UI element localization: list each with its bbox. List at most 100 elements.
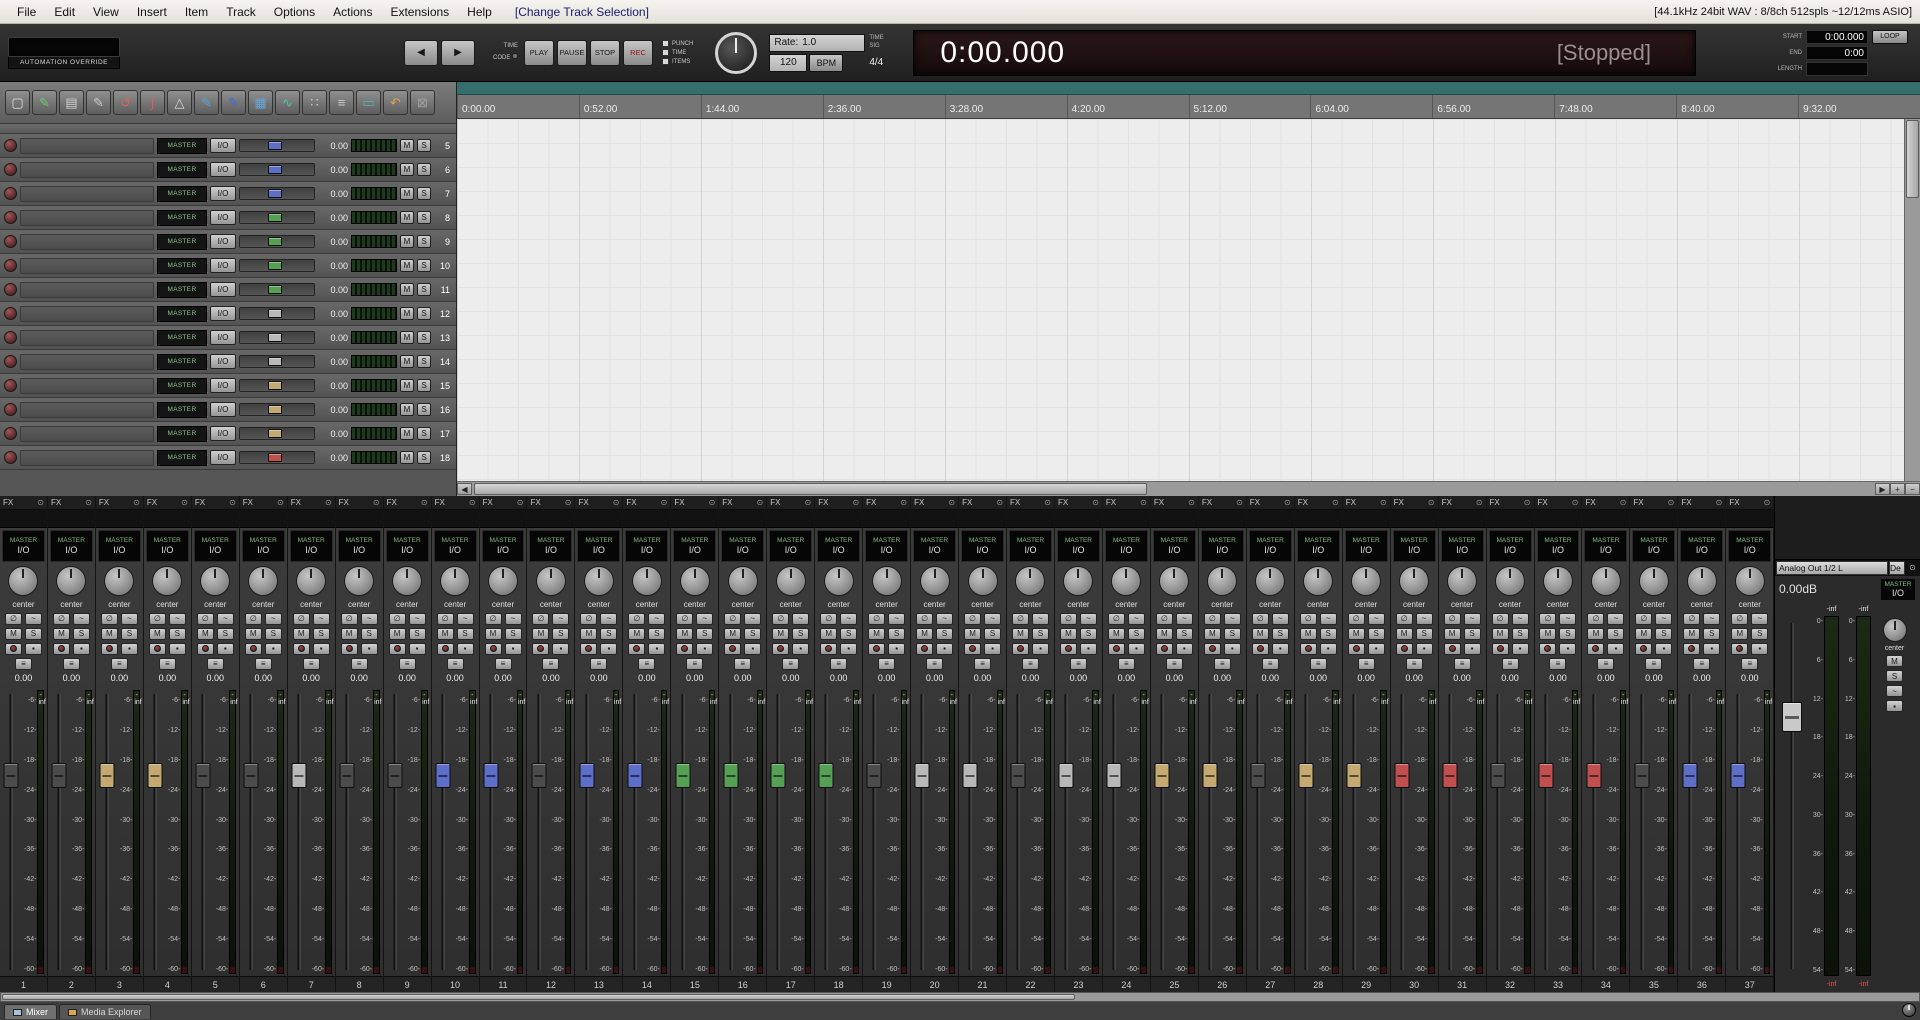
- fx-power-icon[interactable]: ⊙: [1380, 498, 1387, 507]
- phase-button[interactable]: ∅: [245, 613, 262, 625]
- solo-button[interactable]: S: [696, 628, 713, 640]
- channel-number[interactable]: 37: [1726, 976, 1773, 992]
- track-row[interactable]: MASTER I/O 0.00 M S 16: [0, 398, 456, 422]
- solo-button[interactable]: S: [1272, 628, 1289, 640]
- mute-button[interactable]: M: [1683, 628, 1700, 640]
- channel-number[interactable]: 4: [144, 976, 191, 992]
- mute-button[interactable]: M: [676, 628, 693, 640]
- level-meter[interactable]: -inf: [1284, 690, 1291, 974]
- env-panel-button[interactable]: ≡: [1597, 658, 1614, 670]
- solo-button[interactable]: S: [313, 628, 330, 640]
- io-button[interactable]: I/O: [210, 354, 236, 369]
- fx-power-icon[interactable]: ⊙: [805, 498, 812, 507]
- volume-fader[interactable]: [625, 688, 643, 976]
- volume-readout[interactable]: 0.00: [144, 671, 191, 686]
- fx-power-icon[interactable]: ⊙: [229, 498, 236, 507]
- record-arm-button[interactable]: [4, 355, 17, 368]
- monitor-button[interactable]: ▪: [936, 643, 953, 655]
- back-arrow-icon[interactable]: ↶: [383, 90, 408, 115]
- fx-button[interactable]: FX: [674, 498, 684, 507]
- arrange-grid[interactable]: [457, 119, 1904, 481]
- pan-knob[interactable]: [1063, 566, 1093, 596]
- level-meter[interactable]: -inf: [85, 690, 92, 974]
- io-button[interactable]: I/O: [210, 258, 236, 273]
- routing-button[interactable]: MASTER I/O: [1057, 530, 1100, 562]
- fader-cap[interactable]: [1059, 763, 1074, 788]
- phase-button[interactable]: ∅: [1444, 613, 1461, 625]
- routing-button[interactable]: MASTER I/O: [1393, 530, 1436, 562]
- pan-knob[interactable]: [1159, 566, 1189, 596]
- stop-button[interactable]: STOP: [590, 40, 620, 66]
- track-row[interactable]: MASTER I/O 0.00 M S 9: [0, 230, 456, 254]
- channel-number[interactable]: 15: [671, 976, 718, 992]
- master-mono-button[interactable]: ▪: [1886, 700, 1903, 712]
- pause-button[interactable]: PAUSE: [557, 40, 587, 66]
- monitor-button[interactable]: ▪: [1080, 643, 1097, 655]
- env-panel-button[interactable]: ≡: [1118, 658, 1135, 670]
- phase-button[interactable]: ∅: [580, 613, 597, 625]
- fx-insert-area[interactable]: [384, 510, 431, 528]
- env-panel-button[interactable]: ≡: [303, 658, 320, 670]
- solo-button[interactable]: S: [1751, 628, 1768, 640]
- phase-button[interactable]: ∅: [1683, 613, 1700, 625]
- fx-button[interactable]: FX: [483, 498, 493, 507]
- solo-button[interactable]: S: [936, 628, 953, 640]
- fader-cap[interactable]: [1298, 763, 1313, 788]
- fx-insert-area[interactable]: [1535, 510, 1582, 528]
- fx-button[interactable]: FX: [1010, 498, 1020, 507]
- routing-button[interactable]: MASTER I/O: [961, 530, 1004, 562]
- volume-readout[interactable]: 0.00: [1055, 671, 1102, 686]
- channel-number[interactable]: 10: [432, 976, 479, 992]
- mute-button[interactable]: M: [1587, 628, 1604, 640]
- fader-cap[interactable]: [196, 763, 211, 788]
- routing-button[interactable]: MASTER I/O: [913, 530, 956, 562]
- volume-fader[interactable]: [577, 688, 595, 976]
- level-meter[interactable]: -inf: [133, 690, 140, 974]
- pan-knob[interactable]: [1495, 566, 1525, 596]
- route-display[interactable]: MASTER: [157, 402, 207, 418]
- fx-power-icon[interactable]: ⊙: [1476, 498, 1483, 507]
- channel-number[interactable]: 29: [1343, 976, 1390, 992]
- volume-fader[interactable]: [1632, 688, 1650, 976]
- fx-power-icon[interactable]: ⊙: [1716, 498, 1723, 507]
- master-pan-knob[interactable]: [1883, 618, 1907, 642]
- record-button[interactable]: REC: [623, 40, 653, 66]
- envelope-button[interactable]: ~: [1128, 613, 1145, 625]
- fader-cap[interactable]: [627, 763, 642, 788]
- fx-power-icon[interactable]: ⊙: [757, 498, 764, 507]
- fx-insert-area[interactable]: [1343, 510, 1390, 528]
- tab-media-explorer[interactable]: Media Explorer: [59, 1004, 151, 1019]
- routing-button[interactable]: MASTER I/O: [434, 530, 477, 562]
- fx-power-icon[interactable]: ⊙: [709, 498, 716, 507]
- fx-insert-area[interactable]: [527, 510, 574, 528]
- mute-button[interactable]: M: [1731, 628, 1748, 640]
- solo-button[interactable]: S: [417, 355, 431, 368]
- solo-button[interactable]: S: [417, 259, 431, 272]
- tab-mixer[interactable]: Mixer: [4, 1004, 57, 1019]
- route-display[interactable]: MASTER: [157, 162, 207, 178]
- horizontal-scroll-thumb[interactable]: [474, 483, 1147, 495]
- solo-button[interactable]: S: [409, 628, 426, 640]
- volume-readout[interactable]: 0.00: [240, 671, 287, 686]
- mute-button[interactable]: M: [400, 451, 414, 464]
- record-arm-button[interactable]: [1060, 643, 1077, 655]
- channel-number[interactable]: 13: [575, 976, 622, 992]
- selection-start-value[interactable]: 0:00.000: [1806, 30, 1868, 44]
- mute-button[interactable]: M: [53, 628, 70, 640]
- lines-icon[interactable]: ≡: [329, 90, 354, 115]
- track-name-field[interactable]: [20, 354, 154, 370]
- monitor-button[interactable]: ▪: [25, 643, 42, 655]
- fx-button[interactable]: FX: [1250, 498, 1260, 507]
- env-panel-button[interactable]: ≡: [878, 658, 895, 670]
- master-solo-button[interactable]: S: [1886, 670, 1903, 682]
- mute-button[interactable]: M: [389, 628, 406, 640]
- envelope-button[interactable]: ~: [792, 613, 809, 625]
- fx-power-icon[interactable]: ⊙: [421, 498, 428, 507]
- fx-button[interactable]: FX: [291, 498, 301, 507]
- routing-button[interactable]: MASTER I/O: [673, 530, 716, 562]
- solo-button[interactable]: S: [457, 628, 474, 640]
- fx-power-icon[interactable]: ⊙: [1236, 498, 1243, 507]
- solo-button[interactable]: S: [1703, 628, 1720, 640]
- level-meter[interactable]: -inf: [565, 690, 572, 974]
- route-display[interactable]: MASTER: [157, 450, 207, 466]
